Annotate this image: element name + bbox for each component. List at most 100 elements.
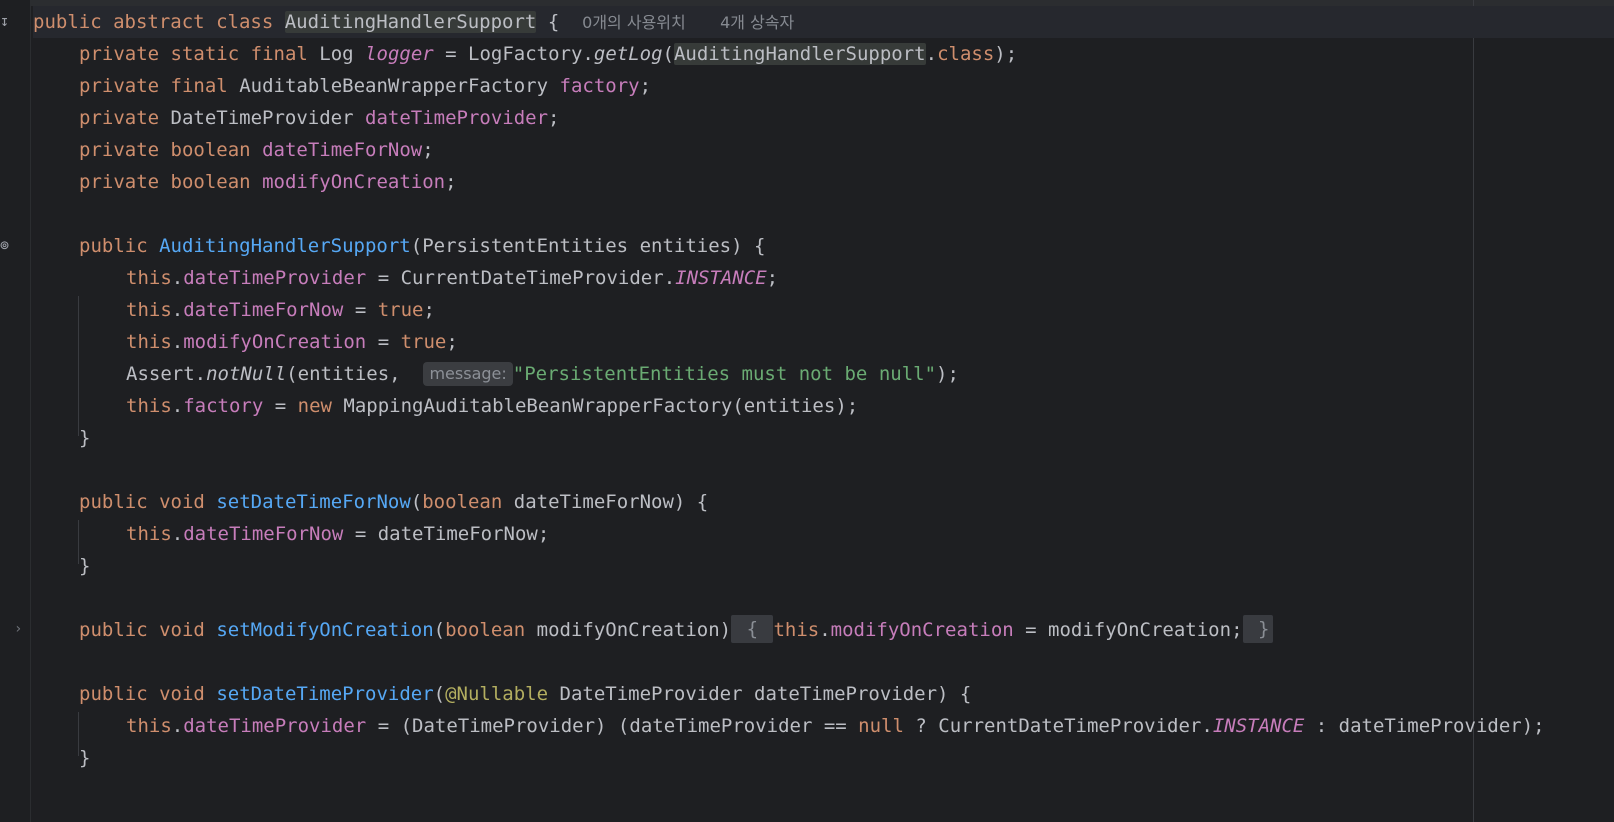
field[interactable]: dateTimeProvider <box>183 267 366 289</box>
class-name[interactable]: AuditingHandlerSupport <box>284 11 537 33</box>
parameter[interactable]: dateTimeProvider <box>754 683 937 705</box>
parameter[interactable]: dateTimeProvider <box>1339 715 1522 737</box>
field[interactable]: factory <box>560 75 640 97</box>
code-line[interactable]: public abstract class AuditingHandlerSup… <box>33 6 1614 38</box>
keyword: new <box>297 395 332 417</box>
string-literal[interactable]: "PersistentEntities must not be null" <box>513 363 936 385</box>
type-name[interactable]: DateTimeProvider <box>412 715 595 737</box>
keyword: private <box>79 139 160 161</box>
code-line[interactable]: public void setDateTimeForNow(boolean da… <box>79 486 708 518</box>
keyword: this <box>126 331 172 353</box>
keyword: private <box>79 43 160 65</box>
parameter[interactable]: dateTimeForNow <box>378 523 538 545</box>
method-name[interactable]: setDateTimeForNow <box>216 491 410 513</box>
parameter[interactable]: entities <box>298 363 390 385</box>
parameter[interactable]: dateTimeForNow <box>514 491 674 513</box>
constructor-name[interactable]: AuditingHandlerSupport <box>159 235 411 257</box>
type-name[interactable]: DateTimeProvider <box>560 683 743 705</box>
keyword: true <box>377 299 424 321</box>
class-name[interactable]: AuditingHandlerSupport <box>673 43 926 65</box>
annotation[interactable]: @Nullable <box>445 683 548 705</box>
code-line[interactable]: private DateTimeProvider dateTimeProvide… <box>79 102 560 134</box>
keyword: null <box>858 715 904 737</box>
type-name[interactable]: Log <box>319 43 353 65</box>
keyword: private <box>79 107 160 129</box>
code-line[interactable]: this.dateTimeProvider = (DateTimeProvide… <box>126 710 1545 742</box>
code-line[interactable]: } <box>79 742 90 774</box>
chevron-right-icon[interactable]: › <box>14 621 22 637</box>
code-line[interactable]: } <box>79 550 90 582</box>
keyword: class <box>216 11 274 33</box>
code-line[interactable]: private final AuditableBeanWrapperFactor… <box>79 70 651 102</box>
static-field[interactable]: INSTANCE <box>675 267 767 289</box>
spring-bean-icon[interactable]: ⊚ <box>0 237 14 253</box>
type-name[interactable]: AuditableBeanWrapperFactory <box>239 75 548 97</box>
keyword: private <box>79 75 160 97</box>
folded-brace[interactable]: } <box>1242 615 1274 643</box>
parameter[interactable]: entities <box>640 235 732 257</box>
keyword: this <box>773 619 820 641</box>
type-name[interactable]: MappingAuditableBeanWrapperFactory <box>343 395 732 417</box>
method-call[interactable]: getLog <box>594 43 663 65</box>
overridden-method-icon[interactable]: ↧ <box>0 13 14 29</box>
keyword: boolean <box>170 171 251 193</box>
code-line[interactable]: public void setModifyOnCreation(boolean … <box>79 614 1274 646</box>
field[interactable]: dateTimeForNow <box>183 299 343 321</box>
code-line[interactable]: this.factory = new MappingAuditableBeanW… <box>126 390 858 422</box>
field[interactable]: modifyOnCreation <box>831 619 1014 641</box>
code-line[interactable]: public AuditingHandlerSupport(Persistent… <box>79 230 765 262</box>
keyword: public <box>79 491 148 513</box>
keyword: public <box>79 619 148 641</box>
folded-brace[interactable]: { <box>731 615 774 643</box>
usages-inlay-hint[interactable]: 0개의 사용위치 <box>582 13 686 32</box>
field[interactable]: dateTimeProvider <box>183 715 366 737</box>
type-name[interactable]: CurrentDateTimeProvider <box>938 715 1201 737</box>
keyword: void <box>159 619 205 641</box>
code-line[interactable]: this.modifyOnCreation = true; <box>126 326 458 358</box>
keyword: boolean <box>445 619 526 641</box>
field[interactable]: dateTimeForNow <box>183 523 343 545</box>
code-line[interactable]: } <box>79 422 90 454</box>
keyword: true <box>400 331 447 353</box>
method-call[interactable]: notNull <box>206 363 286 385</box>
keyword: public <box>33 11 102 33</box>
field[interactable]: modifyOnCreation <box>262 171 445 193</box>
code-line[interactable]: this.dateTimeForNow = true; <box>126 294 435 326</box>
static-field[interactable]: INSTANCE <box>1213 715 1305 737</box>
field[interactable]: dateTimeForNow <box>262 139 422 161</box>
keyword: this <box>126 267 172 289</box>
indent-guide <box>78 296 79 436</box>
field[interactable]: modifyOnCreation <box>183 331 366 353</box>
type-name[interactable]: LogFactory <box>468 43 582 65</box>
static-field[interactable]: logger <box>365 43 434 65</box>
keyword: private <box>79 171 160 193</box>
inheritors-inlay-hint[interactable]: 4개 상속자 <box>720 13 794 32</box>
code-editor[interactable]: ↧ ⊚ › public abstract class AuditingHand… <box>0 0 1614 822</box>
code-line[interactable]: private boolean dateTimeForNow; <box>79 134 434 166</box>
keyword: void <box>159 683 205 705</box>
parameter[interactable]: modifyOnCreation <box>1048 619 1231 641</box>
parameter-name-hint: message: <box>423 362 513 386</box>
keyword: abstract <box>113 11 205 33</box>
parameter[interactable]: entities <box>744 395 836 417</box>
keyword: public <box>79 683 148 705</box>
type-name[interactable]: PersistentEntities <box>422 235 628 257</box>
parameter[interactable]: dateTimeProvider <box>629 715 812 737</box>
code-line[interactable]: Assert.notNull(entities, message: "Persis… <box>126 358 959 390</box>
type-name[interactable]: Assert <box>126 363 195 385</box>
code-line[interactable]: private boolean modifyOnCreation; <box>79 166 457 198</box>
field[interactable]: factory <box>183 395 263 417</box>
keyword: final <box>170 75 228 97</box>
method-name[interactable]: setModifyOnCreation <box>216 619 433 641</box>
code-line[interactable]: private static final Log logger = LogFac… <box>79 38 1017 70</box>
type-name[interactable]: DateTimeProvider <box>171 107 354 129</box>
editor-gutter: ↧ ⊚ › <box>0 0 31 822</box>
method-name[interactable]: setDateTimeProvider <box>216 683 433 705</box>
code-line[interactable]: this.dateTimeProvider = CurrentDateTimeP… <box>126 262 778 294</box>
field[interactable]: dateTimeProvider <box>365 107 548 129</box>
code-line[interactable]: public void setDateTimeProvider(@Nullabl… <box>79 678 971 710</box>
code-line[interactable]: this.dateTimeForNow = dateTimeForNow; <box>126 518 549 550</box>
parameter[interactable]: modifyOnCreation <box>537 619 720 641</box>
type-name[interactable]: CurrentDateTimeProvider <box>401 267 664 289</box>
keyword: static <box>170 43 240 65</box>
